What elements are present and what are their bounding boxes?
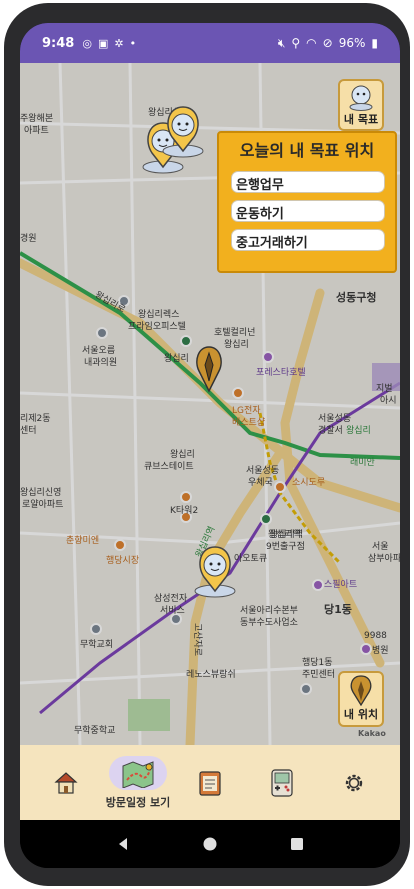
my-goal-button[interactable]: 내 목표: [338, 79, 384, 131]
map-label: 소시도루: [292, 478, 326, 488]
phone-frame: 9:48 ◎ ▣ ✲ • 🔇︎ ⚲ ◠ ⊘ 96% ▮ 왕십리상당 주왕해본 아…: [4, 3, 410, 886]
map-poi[interactable]: [274, 481, 286, 493]
recents-icon[interactable]: [289, 836, 305, 852]
gear-icon: [345, 774, 363, 791]
nav-visit-schedule-label: 방문일정 보기: [105, 795, 171, 809]
settings-icon: ✲: [114, 36, 124, 50]
map-label: 성동구청: [336, 291, 377, 304]
goal-panel-title: 오늘의 내 목표 위치: [239, 141, 375, 160]
my-location-button[interactable]: 내 위치: [338, 671, 384, 727]
map-poi[interactable]: [232, 387, 244, 399]
schedule-board-icon: [199, 770, 221, 796]
today-goal-panel: 오늘의 내 목표 위치 은행업무 운동하기 중고거래하기: [217, 131, 397, 273]
location-icon: ⚲: [291, 36, 301, 50]
back-icon[interactable]: [115, 836, 131, 852]
map-label: 주민센터: [302, 670, 336, 680]
game-console-icon: [271, 768, 293, 797]
home-icon[interactable]: [202, 836, 218, 852]
map-label: 아시: [380, 396, 397, 406]
character-marker-icon[interactable]: [192, 539, 238, 599]
goal-item[interactable]: 운동하기: [231, 200, 385, 222]
map-label: 센터: [20, 426, 37, 436]
map-label: 내과의원: [84, 358, 118, 368]
map-route-icon: [122, 760, 154, 788]
map-poi[interactable]: [180, 335, 192, 347]
map-label: 우체국: [248, 478, 273, 488]
nav-visit-schedule[interactable]: 방문일정 보기: [106, 751, 170, 815]
map-label: 왕십리: [346, 426, 371, 436]
map-label: 서비스: [160, 606, 185, 616]
map-poi[interactable]: [114, 539, 126, 551]
battery-level: 96%: [338, 36, 366, 50]
map-label: 아파트: [24, 126, 49, 136]
map-label: 9988: [364, 631, 387, 641]
map-label: 로얄아파트: [22, 500, 64, 510]
map-label: 춘향미엔: [66, 536, 100, 546]
map-poi[interactable]: [96, 327, 108, 339]
map-label: 당1동: [324, 603, 352, 616]
map-label: 동부수도사업소: [240, 618, 298, 628]
location-pin-icon: [350, 675, 372, 706]
dot-icon: •: [129, 36, 137, 50]
map-label: 큐브스테이트: [144, 462, 194, 472]
map-label: 행당시장: [106, 556, 140, 566]
map-poi[interactable]: [262, 351, 274, 363]
my-goal-label: 내 목표: [343, 113, 379, 126]
map-label: K타워2: [170, 506, 199, 516]
map-label: 왕십리: [224, 340, 249, 350]
road-label: 고산자로: [192, 622, 203, 657]
map-poi[interactable]: [90, 623, 102, 635]
map-label: 포레스타호텔: [256, 368, 306, 378]
screen: 9:48 ◎ ▣ ✲ • 🔇︎ ⚲ ◠ ⊘ 96% ▮ 왕십리상당 주왕해본 아…: [20, 23, 400, 868]
notification-icon: ◎: [82, 36, 92, 50]
dnd-icon: ⊘: [322, 36, 333, 50]
status-bar: 9:48 ◎ ▣ ✲ • 🔇︎ ⚲ ◠ ⊘ 96% ▮: [20, 23, 400, 63]
map-label: 레노스뷰랑쉬: [186, 670, 236, 680]
map-label: 경찰서: [318, 426, 343, 436]
map-poi[interactable]: [360, 643, 372, 655]
map-label: 아오토큐: [234, 554, 268, 564]
nav-settings[interactable]: [322, 751, 386, 815]
map-poi[interactable]: [180, 491, 192, 503]
status-time: 9:48: [42, 35, 75, 51]
map-label: 무학교회: [80, 640, 114, 650]
nav-home[interactable]: [34, 751, 98, 815]
map-poi[interactable]: [312, 579, 324, 591]
map-label: 병원: [372, 646, 389, 656]
house-icon: [54, 771, 78, 794]
character-icon: [349, 85, 373, 111]
map-label: 왕십리: [164, 354, 189, 364]
nav-board[interactable]: [178, 751, 242, 815]
map-label: 스필아트: [324, 580, 358, 590]
battery-icon: ▮: [371, 36, 378, 50]
map-label: 무학중학교: [74, 726, 116, 736]
map-poi[interactable]: [300, 683, 312, 695]
map-label: 래미안: [350, 458, 375, 468]
bottom-nav: 방문일정 보기: [20, 745, 400, 820]
goal-item[interactable]: 중고거래하기: [231, 229, 385, 251]
map-view[interactable]: 왕십리상당 주왕해본 아파트 경원 왕십리렉스 프라임오피스텔 호텔컬리넌 왕십…: [20, 63, 400, 745]
wifi-icon: ◠: [306, 36, 317, 50]
map-label: 프라임오피스텔: [128, 322, 186, 332]
map-label: 9번출구점: [266, 542, 305, 552]
my-location-label: 내 위치: [343, 708, 379, 721]
user-location-marker-icon: [196, 346, 222, 393]
map-label: 경원: [20, 234, 37, 244]
map-provider-logo: Kakao: [358, 729, 386, 738]
image-icon: ▣: [97, 36, 109, 50]
mute-icon: 🔇︎: [277, 35, 286, 50]
map-label: 베스트샵: [232, 418, 266, 428]
map-poi[interactable]: [260, 513, 272, 525]
map-label: 삼부아파: [368, 554, 400, 564]
nav-game[interactable]: [250, 751, 314, 815]
goal-item[interactable]: 은행업무: [231, 171, 385, 193]
character-marker-icon[interactable]: [160, 99, 206, 159]
android-nav-bar: [20, 820, 400, 868]
